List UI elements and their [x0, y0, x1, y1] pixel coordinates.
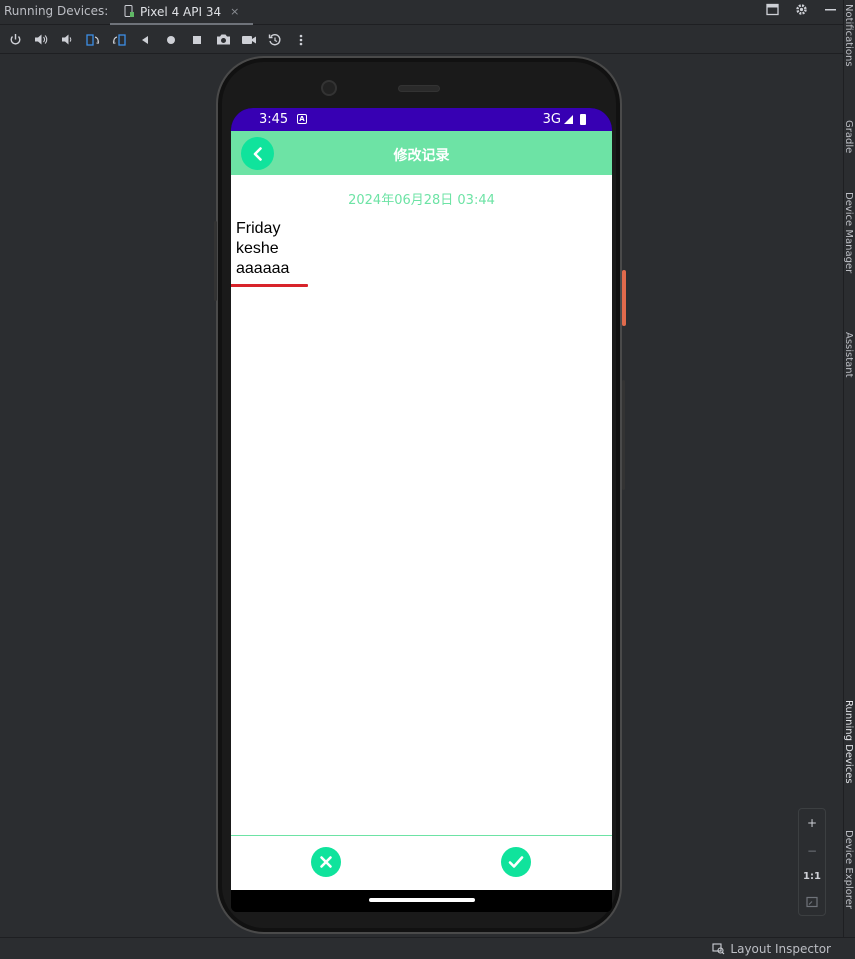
screenshot-icon[interactable]: [214, 31, 232, 49]
status-time: 3:45: [259, 112, 289, 127]
home-icon[interactable]: [162, 31, 180, 49]
page-title: 修改记录: [393, 148, 450, 164]
panel-title: Running Devices:: [4, 4, 109, 18]
tool-window-device-explorer[interactable]: Device Explorer: [843, 830, 854, 909]
power-icon[interactable]: [6, 31, 24, 49]
zoom-out-button[interactable]: −: [807, 844, 817, 858]
back-icon[interactable]: [136, 31, 154, 49]
layout-inspector-icon: [712, 943, 725, 955]
zoom-controls: + − 1:1: [798, 808, 826, 916]
app-bar: 修改记录: [231, 131, 612, 175]
tool-window-device-manager[interactable]: Device Manager: [843, 192, 854, 273]
bottom-action-bar: [231, 836, 612, 890]
tool-window-running-devices[interactable]: Running Devices: [843, 700, 854, 784]
tool-window-notifications[interactable]: Notifications: [843, 4, 854, 67]
layout-inspector-link[interactable]: Layout Inspector: [712, 942, 831, 956]
device-icon: [124, 5, 134, 17]
note-date: 2024年06月28日 03:44: [348, 193, 495, 208]
minimize-icon[interactable]: [824, 3, 837, 16]
android-status-bar: 3:45 A 3G: [231, 108, 612, 131]
panel-actions: [766, 3, 837, 16]
maximize-icon[interactable]: [766, 3, 779, 16]
ide-window: Running Devices: Pixel 4 API 34 × 3:45 A…: [0, 0, 855, 959]
rotate-left-icon[interactable]: [84, 31, 102, 49]
tool-window-gradle[interactable]: Gradle: [843, 120, 854, 153]
screen-record-icon[interactable]: [240, 31, 258, 49]
check-icon: [508, 856, 524, 868]
device-tab-label: Pixel 4 API 34: [140, 4, 222, 19]
network-type: 3G: [542, 112, 561, 127]
layout-inspector-label: Layout Inspector: [730, 942, 831, 956]
volume-down-icon[interactable]: [58, 31, 76, 49]
speaker-grille: [398, 85, 440, 92]
phone-frame: 3:45 A 3G 修改记录 2024年06月28日 03:44 Friday …: [214, 56, 626, 934]
camera-icon: [321, 80, 337, 96]
volume-up-icon[interactable]: [32, 31, 50, 49]
note-edit-field[interactable]: Friday keshe aaaaaa: [236, 219, 606, 279]
zoom-in-button[interactable]: +: [807, 816, 817, 830]
rotate-right-icon[interactable]: [110, 31, 128, 49]
close-tab-icon[interactable]: ×: [230, 5, 239, 18]
reset-icon[interactable]: [266, 31, 284, 49]
left-side-button: [214, 221, 217, 301]
close-icon: [320, 856, 332, 868]
notification-a-icon: A: [297, 114, 307, 124]
device-screen: 3:45 A 3G 修改记录 2024年06月28日 03:44 Friday …: [231, 108, 612, 912]
signal-icon: [564, 115, 573, 124]
tool-window-assistant[interactable]: Assistant: [843, 332, 854, 378]
confirm-button[interactable]: [501, 847, 531, 877]
cancel-button[interactable]: [311, 847, 341, 877]
ide-status-bar: Layout Inspector: [0, 937, 855, 959]
running-devices-tabbar: Running Devices: Pixel 4 API 34 ×: [0, 0, 843, 25]
note-content: 2024年06月28日 03:44 Friday keshe aaaaaa: [231, 175, 612, 836]
device-tab[interactable]: Pixel 4 API 34 ×: [110, 0, 254, 25]
power-side-button[interactable]: [622, 270, 626, 326]
gear-icon[interactable]: [795, 3, 808, 16]
more-icon[interactable]: [292, 31, 310, 49]
right-tool-strip: Notifications Gradle Device Manager Assi…: [843, 0, 855, 937]
zoom-actual-size-button[interactable]: 1:1: [803, 871, 821, 882]
spellcheck-underline: [231, 284, 308, 287]
volume-side-button[interactable]: [622, 380, 625, 490]
fit-screen-icon[interactable]: [806, 896, 818, 908]
status-network: 3G: [543, 112, 586, 127]
android-nav-bar: [231, 890, 612, 912]
battery-icon: [580, 114, 586, 125]
overview-icon[interactable]: [188, 31, 206, 49]
home-gesture-handle[interactable]: [369, 898, 475, 902]
emulator-toolbar: [0, 26, 843, 54]
